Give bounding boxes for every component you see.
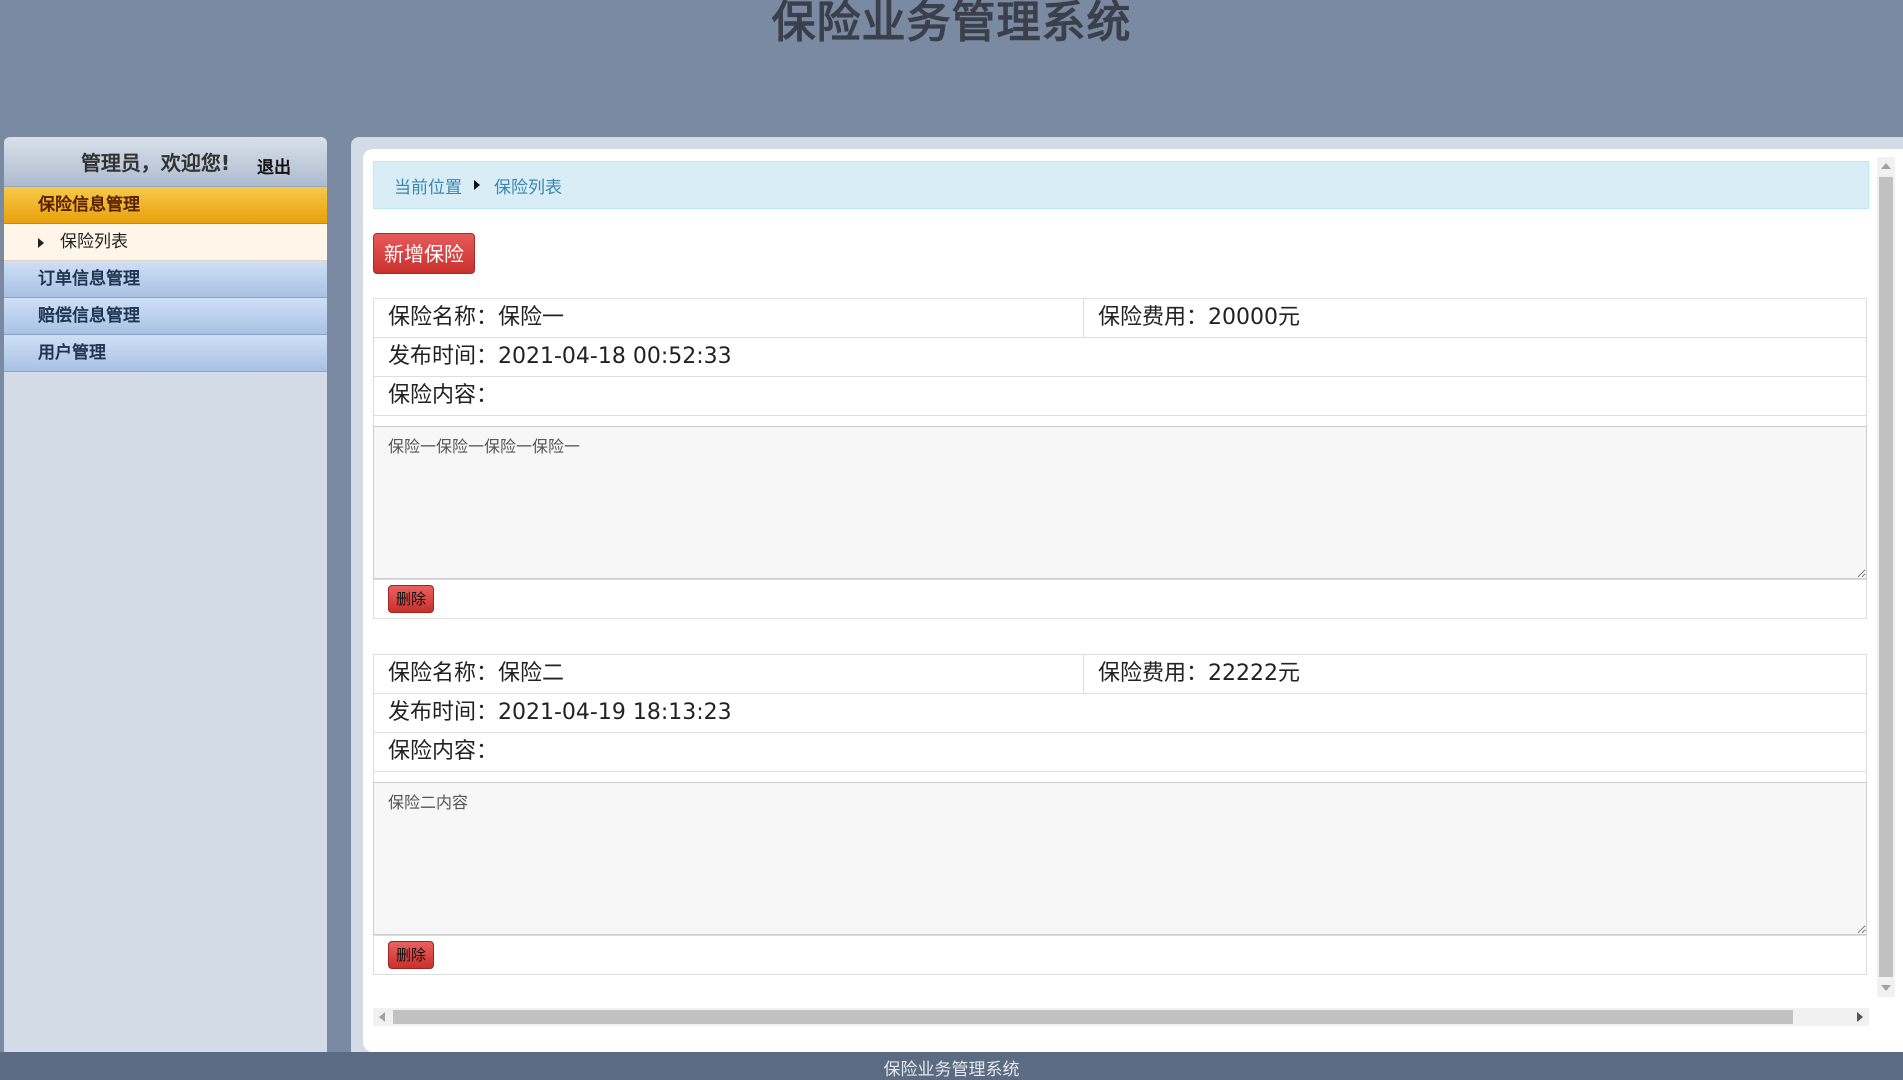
insurance-fee: 保险费用：22222元 (1098, 661, 1300, 686)
sidebar: 管理员，欢迎您! 退出 保险信息管理 保险列表 订单信息管理 赔偿信息管理 用户… (4, 137, 327, 1052)
app-title: 保险业务管理系统 (771, 0, 1132, 48)
content-label: 保险内容： (388, 739, 499, 764)
card-row-name-fee: 保险名称：保险二 保险费用：22222元 (374, 655, 1866, 694)
insurance-card: 保险名称：保险二 保险费用：22222元 发布时间：2021-04-19 18:… (373, 654, 1867, 975)
footer: 保险业务管理系统 (0, 1052, 1903, 1080)
delete-button[interactable]: 删除 (388, 585, 435, 613)
card-row-name-fee: 保险名称：保险一 保险费用：20000元 (374, 299, 1866, 338)
caret-right-icon (38, 238, 44, 248)
delete-button[interactable]: 删除 (388, 941, 435, 969)
content-label: 保险内容： (388, 383, 499, 408)
logout-link[interactable]: 退出 (257, 153, 291, 178)
breadcrumb: 当前位置 保险列表 (373, 161, 1869, 209)
vertical-scrollbar[interactable] (1877, 157, 1895, 997)
content-area: 当前位置 保险列表 新增保险 保险名称：保险一 保险费用：20000元 发布时间… (373, 161, 1869, 1006)
insurance-card: 保险名称：保险一 保险费用：20000元 发布时间：2021-04-18 00:… (373, 298, 1867, 619)
main-panel: 当前位置 保险列表 新增保险 保险名称：保险一 保险费用：20000元 发布时间… (363, 149, 1903, 1052)
app-header: 保险业务管理系统 (0, 0, 1903, 138)
insurance-content-textarea[interactable]: 保险二内容 (373, 782, 1867, 935)
add-insurance-button[interactable]: 新增保险 (373, 233, 475, 274)
vertical-scroll-thumb[interactable] (1879, 177, 1893, 977)
card-row-content-label: 保险内容： (374, 733, 1866, 772)
menu-group-insurance[interactable]: 保险信息管理 (4, 187, 327, 224)
scroll-up-icon[interactable] (1881, 163, 1891, 169)
insurance-name: 保险名称：保险二 (374, 655, 1084, 693)
main-wrap: 当前位置 保险列表 新增保险 保险名称：保险一 保险费用：20000元 发布时间… (351, 137, 1903, 1052)
scroll-left-icon[interactable] (379, 1012, 385, 1022)
content-row: 保险二内容 (373, 772, 1867, 936)
horizontal-scroll-thumb[interactable] (393, 1010, 1793, 1024)
card-actions: 删除 (374, 580, 1866, 618)
horizontal-scrollbar[interactable] (373, 1008, 1869, 1026)
breadcrumb-root[interactable]: 当前位置 (394, 173, 462, 198)
content-row: 保险一保险一保险一保险一 (373, 416, 1867, 580)
menu-item-label: 保险列表 (60, 232, 128, 252)
insurance-fee: 保险费用：20000元 (1098, 305, 1300, 330)
card-row-published: 发布时间：2021-04-19 18:13:23 (374, 694, 1866, 733)
insurance-content-textarea[interactable]: 保险一保险一保险一保险一 (373, 426, 1867, 579)
scroll-down-icon[interactable] (1881, 985, 1891, 991)
card-row-content-label: 保险内容： (374, 377, 1866, 416)
publish-time: 发布时间：2021-04-18 00:52:33 (388, 344, 732, 369)
insurance-name: 保险名称：保险一 (374, 299, 1084, 337)
menu-group-users[interactable]: 用户管理 (4, 335, 327, 372)
card-actions: 删除 (374, 936, 1866, 974)
publish-time: 发布时间：2021-04-19 18:13:23 (388, 700, 732, 725)
breadcrumb-current: 保险列表 (494, 177, 562, 198)
card-row-published: 发布时间：2021-04-18 00:52:33 (374, 338, 1866, 377)
scroll-right-icon[interactable] (1857, 1012, 1863, 1022)
menu-group-compensation[interactable]: 赔偿信息管理 (4, 298, 327, 335)
sidebar-header: 管理员，欢迎您! 退出 (4, 137, 327, 187)
breadcrumb-arrow-icon (474, 180, 480, 190)
menu-group-orders[interactable]: 订单信息管理 (4, 261, 327, 298)
menu-item-insurance-list[interactable]: 保险列表 (4, 224, 327, 261)
welcome-text: 管理员，欢迎您! (80, 151, 231, 175)
